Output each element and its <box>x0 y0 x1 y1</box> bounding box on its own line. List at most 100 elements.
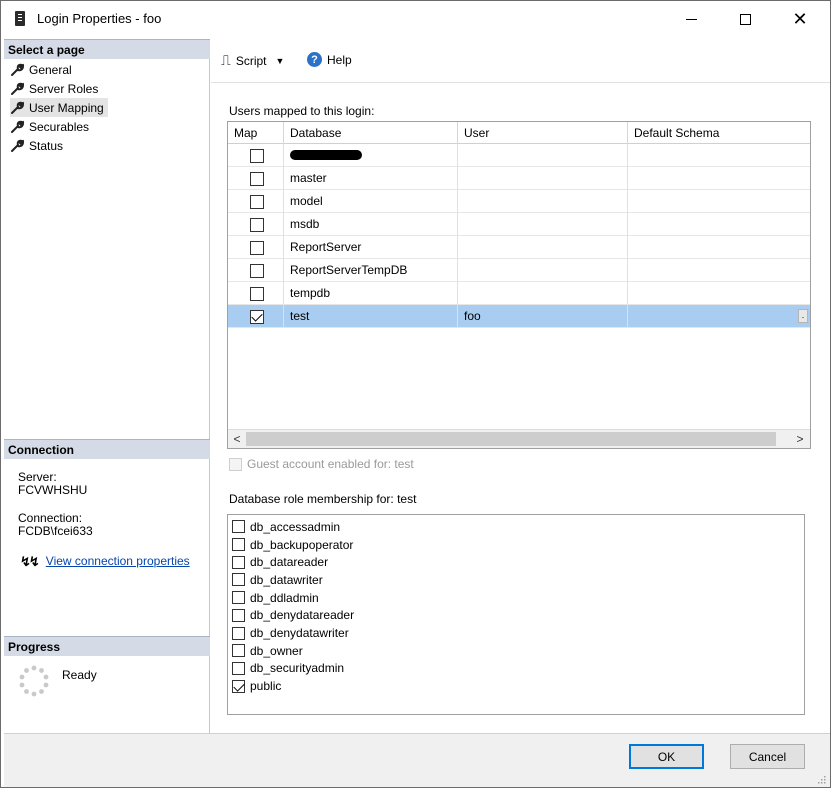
map-cell <box>228 167 284 190</box>
ok-button[interactable]: OK <box>629 744 704 769</box>
database-cell[interactable]: tempdb <box>284 282 458 305</box>
wrench-icon <box>10 101 24 115</box>
map-checkbox[interactable] <box>250 310 264 324</box>
table-row[interactable]: msdb <box>228 213 810 236</box>
role-item-db-denydatareader[interactable]: db_denydatareader <box>232 607 354 625</box>
map-checkbox[interactable] <box>250 195 264 209</box>
wrench-icon <box>10 139 24 153</box>
role-item-db-securityadmin[interactable]: db_securityadmin <box>232 660 344 678</box>
user-cell[interactable] <box>458 259 628 282</box>
role-item-db-datawriter[interactable]: db_datawriter <box>232 571 323 589</box>
horizontal-scrollbar[interactable]: < > <box>228 429 810 448</box>
schema-cell[interactable]: . <box>628 305 810 328</box>
table-row[interactable] <box>228 144 810 167</box>
user-cell[interactable]: foo <box>458 305 628 328</box>
role-label: db_denydatawriter <box>250 626 349 641</box>
role-item-db-owner[interactable]: db_owner <box>232 642 303 660</box>
script-button[interactable]: ⎍ Script ▼ <box>221 52 284 69</box>
role-checkbox[interactable] <box>232 661 245 675</box>
map-cell <box>228 305 284 328</box>
table-row[interactable]: tempdb <box>228 282 810 305</box>
cancel-button[interactable]: Cancel <box>730 744 805 769</box>
connection-header: Connection <box>4 439 210 459</box>
help-button[interactable]: ? Help <box>307 52 352 67</box>
column-header-database[interactable]: Database <box>284 122 458 144</box>
page-item-status[interactable]: Status <box>10 136 63 155</box>
schema-cell[interactable] <box>628 167 810 190</box>
role-checkbox[interactable] <box>232 591 245 605</box>
map-checkbox[interactable] <box>250 172 264 186</box>
maximize-button[interactable] <box>722 1 768 37</box>
user-cell[interactable] <box>458 282 628 305</box>
database-cell[interactable]: ReportServerTempDB <box>284 259 458 282</box>
grid-header: Map Database User Default Schema <box>228 122 810 144</box>
table-row[interactable]: ReportServerTempDB <box>228 259 810 282</box>
schema-cell[interactable] <box>628 144 810 167</box>
resize-grip-icon[interactable] <box>816 773 826 784</box>
role-checkbox[interactable] <box>232 573 245 587</box>
page-item-securables[interactable]: Securables <box>10 117 89 136</box>
database-cell[interactable]: master <box>284 167 458 190</box>
close-button[interactable]: ✕ <box>777 1 823 37</box>
view-connection-properties[interactable]: ↯↯ View connection properties <box>20 555 190 569</box>
role-checkbox[interactable] <box>232 520 245 534</box>
progress-header: Progress <box>4 636 210 656</box>
user-cell[interactable] <box>458 213 628 236</box>
scrollbar-thumb[interactable] <box>246 432 776 446</box>
database-cell[interactable]: model <box>284 190 458 213</box>
role-item-public[interactable]: public <box>232 677 281 695</box>
map-checkbox[interactable] <box>250 218 264 232</box>
column-header-user[interactable]: User <box>458 122 628 144</box>
scroll-left-icon[interactable]: < <box>229 431 245 447</box>
role-item-db-backupoperator[interactable]: db_backupoperator <box>232 536 353 554</box>
page-item-general[interactable]: General <box>10 60 72 79</box>
chevron-down-icon[interactable]: ▼ <box>276 56 285 66</box>
page-item-label: Status <box>29 138 64 153</box>
view-connection-link[interactable]: View connection properties <box>46 555 190 568</box>
user-cell[interactable] <box>458 190 628 213</box>
map-cell <box>228 144 284 167</box>
column-header-default-schema[interactable]: Default Schema <box>628 122 810 144</box>
ellipsis-button[interactable]: . <box>798 309 808 323</box>
table-row-selected[interactable]: test foo . <box>228 305 810 328</box>
table-row[interactable]: ReportServer <box>228 236 810 259</box>
guest-account-checkbox[interactable] <box>229 458 242 471</box>
role-checkbox[interactable] <box>232 538 245 552</box>
user-cell[interactable] <box>458 144 628 167</box>
minimize-button[interactable] <box>668 1 714 37</box>
column-header-map[interactable]: Map <box>228 122 284 144</box>
role-item-db-ddladmin[interactable]: db_ddladmin <box>232 589 319 607</box>
schema-cell[interactable] <box>628 213 810 236</box>
role-checkbox[interactable] <box>232 679 245 693</box>
map-checkbox[interactable] <box>250 149 264 163</box>
role-item-db-datareader[interactable]: db_datareader <box>232 553 328 571</box>
database-cell[interactable]: msdb <box>284 213 458 236</box>
role-checkbox[interactable] <box>232 608 245 622</box>
user-cell[interactable] <box>458 167 628 190</box>
role-item-db-accessadmin[interactable]: db_accessadmin <box>232 518 340 536</box>
role-checkbox[interactable] <box>232 644 245 658</box>
schema-cell[interactable] <box>628 259 810 282</box>
schema-cell[interactable] <box>628 190 810 213</box>
role-checkbox[interactable] <box>232 626 245 640</box>
database-cell[interactable]: test <box>284 305 458 328</box>
scroll-right-icon[interactable]: > <box>792 431 808 447</box>
page-item-server-roles[interactable]: Server Roles <box>10 79 98 98</box>
toolbar: ⎍ Script ▼ ? Help <box>211 39 830 83</box>
role-item-db-denydatawriter[interactable]: db_denydatawriter <box>232 624 349 642</box>
role-label: db_accessadmin <box>250 519 341 534</box>
table-row[interactable]: master <box>228 167 810 190</box>
map-checkbox[interactable] <box>250 287 264 301</box>
role-checkbox[interactable] <box>232 555 245 569</box>
map-checkbox[interactable] <box>250 264 264 278</box>
user-cell[interactable] <box>458 236 628 259</box>
page-item-user-mapping[interactable]: User Mapping <box>10 98 108 117</box>
map-checkbox[interactable] <box>250 241 264 255</box>
schema-cell[interactable] <box>628 282 810 305</box>
table-row[interactable]: model <box>228 190 810 213</box>
database-cell[interactable] <box>284 144 458 167</box>
redacted-mark <box>290 150 362 160</box>
database-cell[interactable]: ReportServer <box>284 236 458 259</box>
schema-cell[interactable] <box>628 236 810 259</box>
app-icon <box>15 11 25 26</box>
